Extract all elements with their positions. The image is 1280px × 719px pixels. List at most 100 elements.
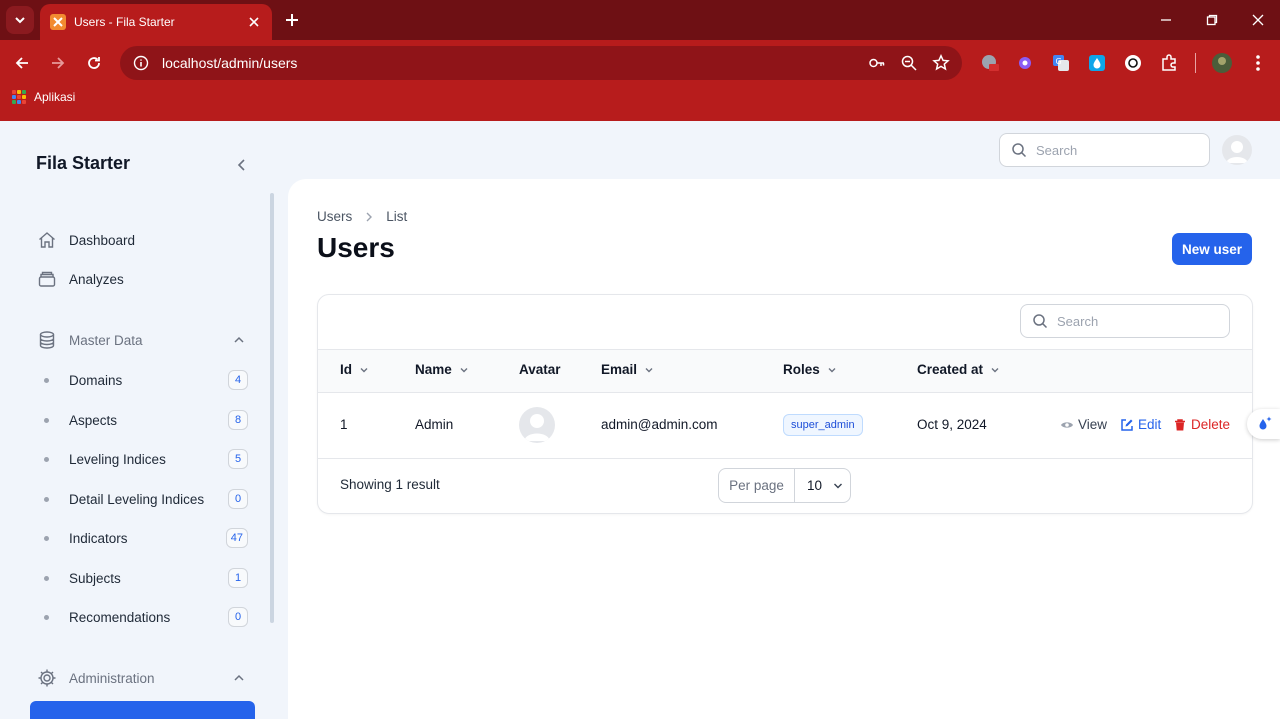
bookmark-apps[interactable]: Aplikasi	[12, 90, 75, 104]
xampp-favicon-icon	[50, 14, 66, 30]
collapse-sidebar-icon[interactable]	[232, 155, 252, 175]
page-title: Users	[317, 232, 395, 263]
sort-chevron-icon	[358, 364, 370, 376]
per-page-select[interactable]: Per page 10	[718, 468, 851, 503]
bullet-dot	[44, 377, 49, 383]
user-avatar[interactable]	[1222, 135, 1252, 165]
count-badge: 47	[225, 528, 248, 548]
column-header-email[interactable]: Email	[601, 362, 655, 377]
extension-gear-icon[interactable]	[1015, 53, 1035, 73]
sidebar-item-label: Domains	[69, 372, 123, 388]
bullet-dot	[44, 417, 49, 423]
new-user-button[interactable]: New user	[1172, 233, 1252, 265]
sort-chevron-icon	[458, 364, 470, 376]
forward-icon[interactable]	[47, 52, 69, 74]
breadcrumb-users[interactable]: Users	[317, 209, 352, 224]
sidebar-scrollbar[interactable]	[270, 193, 274, 623]
extension-circle-icon[interactable]	[1123, 53, 1143, 73]
chevron-up-icon[interactable]	[232, 671, 246, 685]
sidebar-active-item[interactable]	[30, 701, 255, 719]
column-header-name[interactable]: Name	[415, 362, 470, 377]
sort-chevron-icon	[643, 364, 655, 376]
sidebar-item-label: Subjects	[69, 570, 121, 586]
restore-icon[interactable]	[1202, 10, 1222, 30]
back-icon[interactable]	[11, 52, 33, 74]
zoom-icon[interactable]	[898, 52, 920, 74]
view-label: View	[1078, 417, 1108, 432]
profile-avatar-icon[interactable]	[1212, 53, 1232, 73]
new-tab-icon[interactable]	[282, 10, 302, 30]
per-page-value[interactable]: 10	[795, 478, 850, 493]
edit-action[interactable]: Edit	[1120, 417, 1161, 432]
site-info-icon[interactable]	[132, 54, 150, 72]
column-header-created-at[interactable]: Created at	[917, 362, 1001, 377]
browser-tab[interactable]: Users - Fila Starter	[40, 4, 272, 40]
global-search-input[interactable]	[1036, 142, 1186, 158]
key-icon[interactable]	[866, 52, 888, 74]
sidebar-group-master-data[interactable]: Master Data	[36, 328, 246, 352]
table-search[interactable]	[1020, 304, 1230, 338]
view-action[interactable]: View	[1060, 417, 1107, 432]
minimize-icon[interactable]	[1156, 10, 1176, 30]
chevron-down-icon	[15, 17, 25, 24]
sidebar-item-indicators[interactable]: Indicators 47	[44, 527, 248, 549]
home-icon	[36, 229, 58, 251]
sidebar-item-label: Indicators	[69, 530, 128, 546]
sidebar-item-dashboard[interactable]: Dashboard	[36, 228, 135, 252]
color-picker-icon[interactable]	[1087, 53, 1107, 73]
cell-id[interactable]: 1	[340, 417, 348, 432]
sidebar-item-detail-leveling-indices[interactable]: Detail Leveling Indices 0	[44, 488, 248, 510]
sidebar-item-analyzes[interactable]: Analyzes	[36, 267, 124, 291]
app-brand[interactable]: Fila Starter	[36, 153, 130, 174]
sidebar-item-label: Recomendations	[69, 609, 171, 625]
sidebar-item-label: Dashboard	[69, 232, 136, 248]
column-label: Roles	[783, 362, 820, 377]
sidebar-group-administration[interactable]: Administration	[36, 666, 246, 690]
close-window-icon[interactable]	[1248, 10, 1268, 30]
apps-grid-icon	[12, 90, 26, 104]
sidebar-item-leveling-indices[interactable]: Leveling Indices 5	[44, 448, 248, 470]
gear-icon	[36, 667, 58, 689]
cell-name[interactable]: Admin	[415, 417, 453, 432]
sidebar-item-domains[interactable]: Domains 4	[44, 369, 248, 391]
column-header-roles[interactable]: Roles	[783, 362, 838, 377]
column-label: Avatar	[519, 362, 561, 377]
bookmark-label: Aplikasi	[34, 90, 76, 104]
bullet-dot	[44, 456, 49, 462]
column-header-id[interactable]: Id	[340, 362, 370, 377]
sidebar-item-label: Detail Leveling Indices	[69, 491, 205, 507]
extensions-puzzle-icon[interactable]	[1159, 53, 1179, 73]
floating-assistant-icon[interactable]	[1247, 409, 1280, 439]
bullet-dot	[44, 496, 49, 502]
address-bar[interactable]: localhost/admin/users	[120, 46, 962, 80]
cell-created-at[interactable]: Oct 9, 2024	[917, 417, 987, 432]
sidebar-item-subjects[interactable]: Subjects 1	[44, 567, 248, 589]
svg-text:G: G	[1056, 57, 1062, 66]
archive-icon	[36, 268, 58, 290]
global-search[interactable]	[999, 133, 1210, 167]
sidebar-item-recomendations[interactable]: Recomendations 0	[44, 606, 248, 628]
chevron-up-icon[interactable]	[232, 333, 246, 347]
url-text[interactable]: localhost/admin/users	[162, 55, 866, 71]
column-label: Created at	[917, 362, 984, 377]
bullet-dot	[44, 614, 49, 620]
extension-shield-icon[interactable]	[980, 53, 1000, 73]
tab-search-button[interactable]	[6, 6, 34, 34]
cell-email[interactable]: admin@admin.com	[601, 417, 718, 432]
table-search-input[interactable]	[1057, 313, 1207, 329]
count-badge: 0	[228, 489, 248, 509]
browser-chrome: Users - Fila Starter localhost/admin/use…	[0, 0, 1280, 121]
count-badge: 4	[228, 370, 248, 390]
search-icon	[1031, 312, 1049, 330]
delete-label: Delete	[1191, 417, 1231, 432]
breadcrumb-list: List	[386, 209, 408, 224]
browser-menu-icon[interactable]	[1248, 53, 1268, 73]
reload-icon[interactable]	[83, 52, 105, 74]
chevron-right-icon	[362, 210, 376, 224]
close-tab-icon[interactable]	[246, 14, 262, 30]
sidebar-item-aspects[interactable]: Aspects 8	[44, 409, 248, 431]
column-label: Name	[415, 362, 452, 377]
translate-icon[interactable]: G	[1051, 53, 1071, 73]
delete-action[interactable]: Delete	[1173, 417, 1230, 432]
bookmark-star-icon[interactable]	[930, 52, 952, 74]
